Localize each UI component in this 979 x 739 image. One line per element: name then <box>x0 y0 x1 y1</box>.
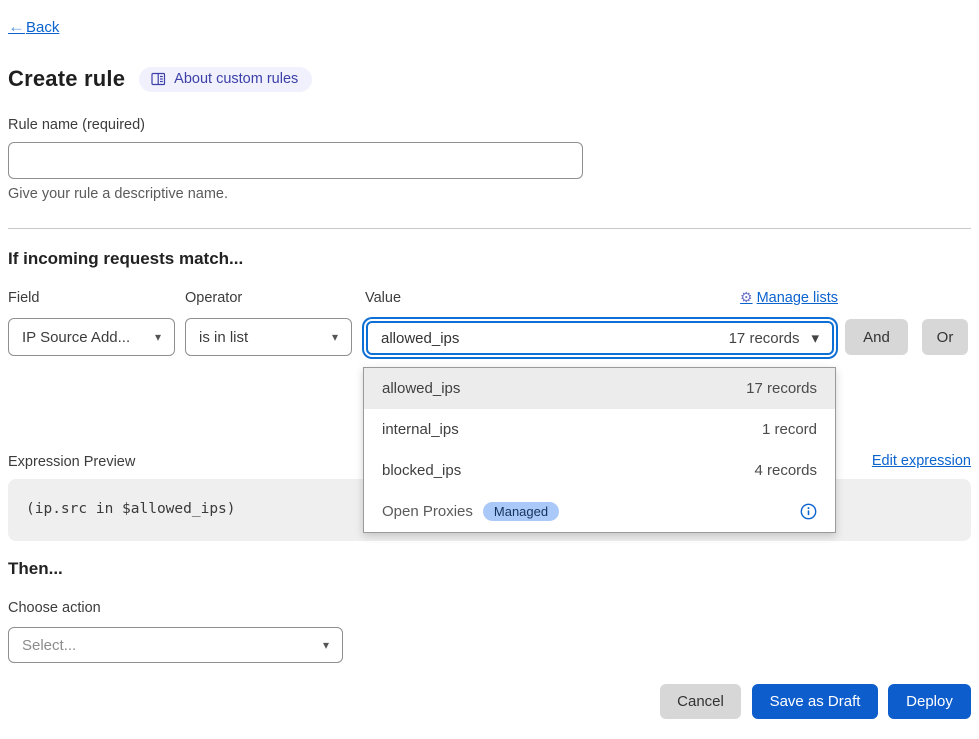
field-label: Field <box>8 290 39 306</box>
list-item-name: blocked_ips <box>382 462 461 479</box>
info-icon[interactable] <box>800 503 817 520</box>
rule-name-helper: Give your rule a descriptive name. <box>8 186 228 202</box>
field-select[interactable]: IP Source Add... ▾ <box>8 318 175 356</box>
rule-name-label: Rule name (required) <box>8 117 145 133</box>
back-arrow-icon: ← <box>8 17 25 36</box>
expression-code: (ip.src in $allowed_ips) <box>26 501 236 517</box>
list-item[interactable]: allowed_ips 17 records <box>364 368 835 409</box>
chevron-down-icon: ▾ <box>332 330 338 344</box>
value-select-records: 17 records <box>729 330 800 347</box>
value-select[interactable]: allowed_ips 17 records ▾ <box>366 321 834 355</box>
action-select[interactable]: Select... ▾ <box>8 627 343 663</box>
chevron-down-icon: ▾ <box>323 638 329 652</box>
or-button[interactable]: Or <box>922 319 968 355</box>
operator-select-value: is in list <box>199 329 248 346</box>
chevron-down-icon: ▾ <box>811 329 819 347</box>
deploy-button[interactable]: Deploy <box>888 684 971 719</box>
match-section-heading: If incoming requests match... <box>8 249 243 269</box>
save-as-draft-button[interactable]: Save as Draft <box>752 684 878 719</box>
rule-name-input[interactable] <box>8 142 583 179</box>
section-divider <box>8 228 971 229</box>
then-heading: Then... <box>8 559 63 579</box>
manage-lists-label: Manage lists <box>757 290 838 306</box>
operator-label: Operator <box>185 290 242 306</box>
value-select-value: allowed_ips <box>381 330 459 347</box>
page-title: Create rule <box>8 66 125 92</box>
chevron-down-icon: ▾ <box>155 330 161 344</box>
edit-expression-link[interactable]: Edit expression <box>872 453 971 469</box>
list-item-records: 1 record <box>762 421 817 438</box>
list-item-name: Open Proxies <box>382 503 473 520</box>
create-rule-page: ←Back Create rule About custom rules Rul… <box>0 0 979 739</box>
operator-select[interactable]: is in list ▾ <box>185 318 352 356</box>
value-label: Value <box>365 290 401 306</box>
list-item-records: 4 records <box>754 462 817 479</box>
list-item-records: 17 records <box>746 380 817 397</box>
book-icon <box>151 72 166 86</box>
list-dropdown-menu: allowed_ips 17 records internal_ips 1 re… <box>363 367 836 533</box>
list-item-name: internal_ips <box>382 421 459 438</box>
choose-action-label: Choose action <box>8 600 101 616</box>
list-item[interactable]: Open Proxies Managed <box>364 491 835 532</box>
expression-preview-label: Expression Preview <box>8 454 135 470</box>
field-select-value: IP Source Add... <box>22 329 130 346</box>
cancel-button[interactable]: Cancel <box>660 684 741 719</box>
action-select-placeholder: Select... <box>22 637 76 654</box>
back-link[interactable]: ←Back <box>8 17 59 37</box>
list-item-name: allowed_ips <box>382 380 460 397</box>
list-item[interactable]: internal_ips 1 record <box>364 409 835 450</box>
list-item[interactable]: blocked_ips 4 records <box>364 450 835 491</box>
about-badge-label: About custom rules <box>174 71 298 87</box>
and-button[interactable]: And <box>845 319 908 355</box>
manage-lists-link[interactable]: ⚙Manage lists <box>740 289 838 306</box>
gear-icon: ⚙ <box>740 289 753 306</box>
about-custom-rules-link[interactable]: About custom rules <box>139 67 312 92</box>
managed-badge: Managed <box>483 502 559 521</box>
back-link-label: Back <box>26 19 59 36</box>
